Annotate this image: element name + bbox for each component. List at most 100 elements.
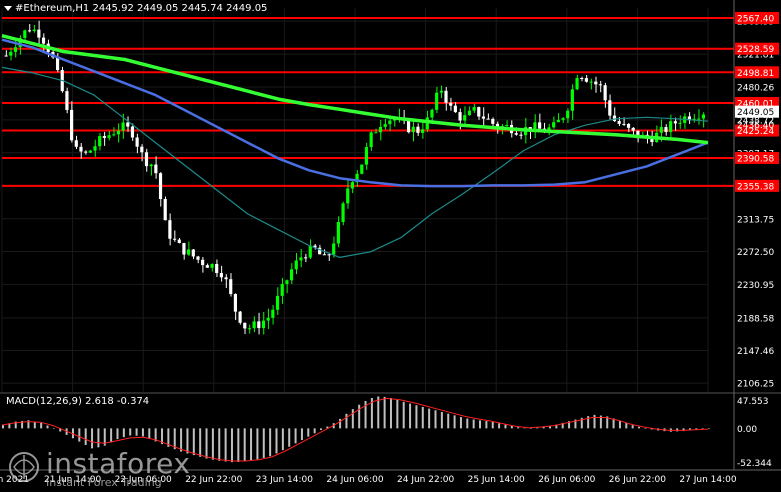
candle-body	[294, 260, 298, 270]
candle-body	[84, 151, 88, 153]
candle-body	[369, 132, 373, 148]
macd-histogram-bar	[415, 405, 418, 429]
macd-histogram-bar	[612, 418, 615, 429]
candle-body	[196, 256, 200, 260]
candle-body	[266, 317, 270, 321]
price-tick-label: 2147.46	[737, 347, 774, 357]
candle-body	[98, 136, 102, 147]
candle-body	[4, 55, 8, 57]
candle-body	[538, 122, 542, 129]
macd-histogram-bar	[351, 409, 354, 429]
macd-histogram-bar	[421, 406, 424, 429]
candle-body	[205, 265, 209, 268]
candle-body	[463, 115, 467, 121]
macd-histogram-bar	[122, 428, 125, 438]
price-tick-label: 2188.58	[737, 314, 774, 324]
macd-histogram-bar	[345, 413, 348, 429]
candle-body	[617, 121, 621, 124]
level-price-label: 2498.81	[737, 69, 774, 79]
macd-histogram-bar	[52, 428, 55, 429]
candle-body	[659, 127, 663, 133]
macd-histogram-bar	[409, 403, 412, 429]
macd-histogram-bar	[625, 422, 628, 429]
candle-body	[584, 78, 588, 82]
macd-histogram-bar	[313, 428, 316, 434]
price-tick-label: 2106.25	[737, 380, 774, 390]
candle-body	[388, 120, 392, 125]
candle-body	[233, 294, 237, 312]
candle-body	[275, 295, 280, 310]
macd-histogram-bar	[243, 428, 246, 462]
candle-body	[201, 259, 205, 266]
candle-body	[430, 109, 434, 118]
macd-histogram-bar	[148, 428, 151, 439]
macd-histogram-bar	[97, 428, 100, 448]
candle-body	[580, 78, 584, 80]
candle-body	[519, 134, 523, 136]
candle-body	[467, 110, 471, 116]
time-tick-label: 22 Jun 22:00	[185, 475, 242, 485]
macd-tick-label: 0.00	[737, 425, 757, 435]
macd-histogram-bar	[262, 428, 265, 458]
time-tick-label: 25 Jun 14:00	[468, 475, 525, 485]
macd-histogram-bar	[281, 428, 284, 451]
candle-body	[701, 114, 705, 119]
candle-body	[364, 147, 369, 165]
macd-histogram-bar	[224, 428, 227, 462]
macd-histogram-bar	[192, 428, 195, 456]
chart-canvas[interactable]: 2563.352521.812480.262438.722397.172355.…	[0, 0, 781, 489]
candle-body	[280, 283, 284, 296]
candle-body	[224, 277, 228, 280]
candle-body	[289, 269, 294, 281]
level-price-label: 2528.59	[737, 45, 774, 55]
macd-histogram-bar	[593, 414, 596, 429]
candle-body	[177, 239, 181, 244]
candle-body	[449, 102, 453, 106]
triangle-down-icon[interactable]	[4, 5, 12, 11]
macd-histogram-bar	[459, 417, 462, 429]
macd-histogram-bar	[300, 428, 303, 441]
candle-body	[360, 164, 364, 174]
candle-body	[271, 309, 275, 318]
time-tick-label: 27 Jun 14:00	[679, 475, 736, 485]
chart-header[interactable]: #Ethereum,H1 2445.92 2449.05 2445.74 244…	[4, 3, 267, 14]
candle-body	[79, 146, 83, 152]
macd-histogram-bar	[447, 413, 450, 429]
macd-histogram-bar	[434, 410, 437, 429]
candle-body	[594, 81, 598, 85]
candle-body	[327, 254, 331, 256]
candle-body	[116, 130, 120, 135]
macd-histogram-bar	[377, 396, 380, 429]
macd-histogram-bar	[237, 428, 240, 462]
macd-histogram-bar	[320, 428, 323, 430]
candle-body	[172, 238, 177, 240]
candle-body	[140, 146, 144, 153]
trading-chart[interactable]: 2563.352521.812480.262438.722397.172355.…	[0, 0, 781, 489]
macd-histogram-bar	[428, 408, 431, 429]
candle-body	[383, 124, 387, 127]
candle-body	[346, 188, 350, 204]
macd-histogram-bar	[523, 427, 526, 429]
candle-body	[608, 100, 612, 116]
macd-histogram-bar	[440, 411, 443, 429]
macd-histogram-bar	[275, 428, 278, 454]
macd-histogram-bar	[453, 415, 456, 429]
candle-body	[285, 280, 289, 284]
candle-body	[472, 107, 476, 111]
candle-body	[219, 273, 223, 278]
macd-histogram-bar	[676, 428, 679, 432]
macd-histogram-bar	[638, 426, 641, 429]
price-tick-label: 2480.26	[737, 83, 774, 93]
candle-body	[135, 137, 139, 147]
time-tick-label: 23 Jun 14:00	[256, 475, 313, 485]
candle-body	[191, 249, 195, 257]
candle-body	[374, 132, 378, 134]
time-tick-label: 26 Jun 22:00	[609, 475, 666, 485]
candle-body	[664, 127, 668, 132]
macd-histogram-bar	[618, 420, 621, 429]
macd-histogram-bar	[498, 423, 501, 429]
candle-body	[261, 320, 266, 329]
candle-body	[168, 220, 172, 239]
candle-body	[144, 152, 149, 167]
macd-histogram-bar	[230, 428, 233, 463]
